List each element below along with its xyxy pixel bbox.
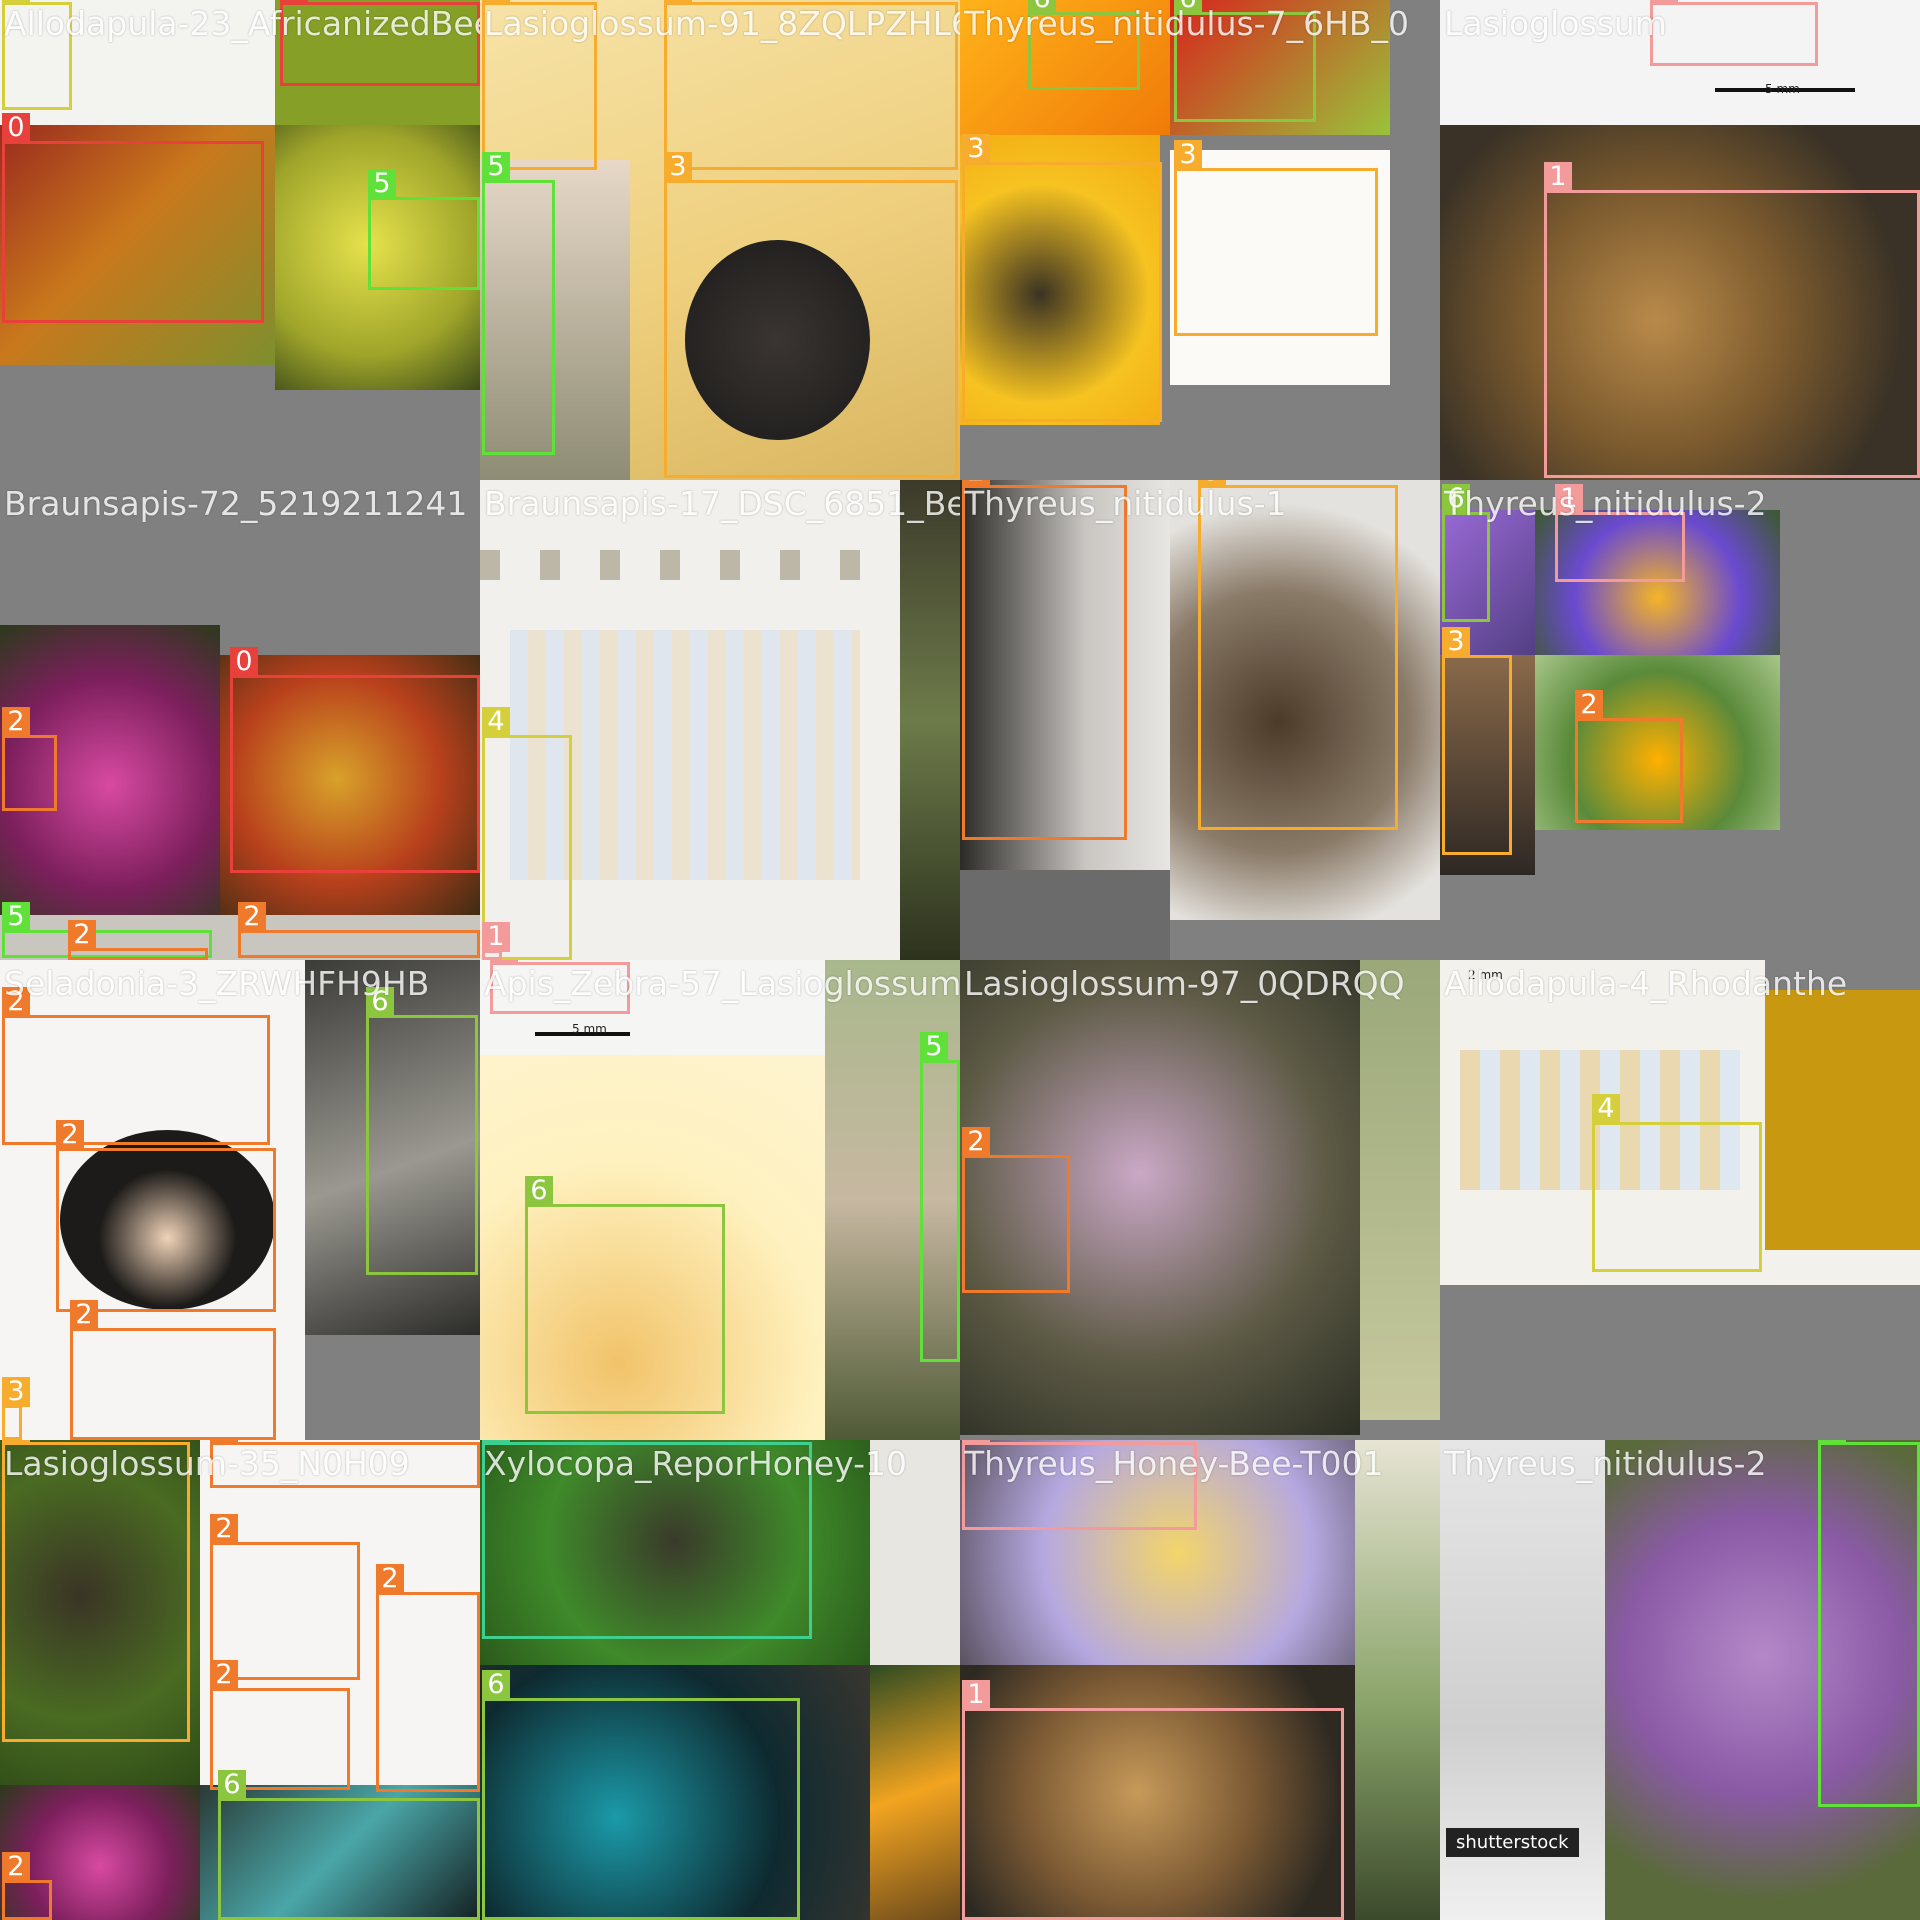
- mosaic-tile: Thyreus_Honey-Bee-T001 1 1: [960, 1440, 1440, 1920]
- detection-box: 6: [366, 987, 478, 1275]
- detection-box: 3: [962, 134, 1162, 422]
- detection-box: 1: [1650, 0, 1818, 66]
- detection-box: 2: [2, 987, 270, 1145]
- detection-box: 1: [1544, 162, 1920, 478]
- tile-title: Allodapula-23_AfricanizedBee: [4, 4, 480, 43]
- tile-title: Apis_Zebra-57_Lasioglossum: [484, 964, 960, 1003]
- detection-box: 3: [664, 152, 958, 478]
- detection-box: 1: [482, 922, 510, 960]
- tile-title: Lasioglossum: [1444, 4, 1667, 43]
- detection-box: 2: [962, 1127, 1070, 1293]
- detection-box: 2: [1575, 690, 1683, 823]
- scale-label: 5 mm: [1765, 82, 1800, 96]
- detection-box: 2: [56, 1120, 276, 1312]
- detection-box: 3: [1174, 140, 1378, 336]
- mosaic-tile: Lasioglossum-97_0QDRQQ 2: [960, 960, 1440, 1440]
- scale-label: 5 mm: [572, 1022, 607, 1036]
- detection-box: 0: [230, 647, 480, 873]
- detection-box: 2: [2, 1852, 52, 1920]
- mosaic-tile: Allodapula-23_AfricanizedBee 4 0 0 5: [0, 0, 480, 480]
- detection-box: 2: [2, 707, 57, 811]
- tile-title: Thyreus_nitidulus-1: [964, 484, 1287, 523]
- tile-title: Braunsapis-72_5219211241: [4, 484, 468, 523]
- detection-box: 2: [376, 1564, 480, 1792]
- detection-box: 5: [920, 1032, 960, 1362]
- mosaic-tile: 5 mm Apis_Zebra-57_Lasioglossum 1 5 6: [480, 960, 960, 1440]
- detection-box: 2: [962, 480, 1127, 840]
- mosaic-tile: 2 mm Allodapula-4_Rhodanthe 4: [1440, 960, 1920, 1440]
- mosaic-tile: Braunsapis-72_5219211241 0 2 5 2 2: [0, 480, 480, 960]
- tile-title: Thyreus_nitidulus-7_6HB_0: [964, 4, 1410, 43]
- detection-box: 5: [1818, 1440, 1920, 1807]
- detection-box: 2: [68, 920, 208, 960]
- training-batch-mosaic: Allodapula-23_AfricanizedBee 4 0 0 5 Las…: [0, 0, 1920, 1920]
- mosaic-tile: Thyreus_nitidulus-1 2 3: [960, 480, 1440, 960]
- detection-box: 5: [482, 152, 555, 455]
- detection-box: 6: [218, 1770, 480, 1920]
- mosaic-tile: shutterstock Thyreus_nitidulus-2 5: [1440, 1440, 1920, 1920]
- detection-box: 1: [962, 1680, 1344, 1920]
- tile-title: Lasioglossum-35_N0H09: [4, 1444, 410, 1483]
- tile-title: Thyreus_nitidulus-2: [1444, 1444, 1767, 1483]
- detection-box: 5: [368, 169, 480, 290]
- mosaic-tile: Seladonia-3_ZRWHFH9HB 2 2 2 3 6: [0, 960, 480, 1440]
- tile-title: Thyreus_Honey-Bee-T001: [964, 1444, 1384, 1483]
- watermark: shutterstock: [1446, 1828, 1579, 1857]
- detection-box: 2: [238, 902, 480, 958]
- detection-box: 4: [1592, 1094, 1762, 1272]
- detection-box: 3: [1198, 480, 1398, 830]
- detection-box: 3: [1442, 627, 1512, 855]
- detection-box: 0: [2, 113, 264, 323]
- tile-title: Lasioglossum-91_8ZQLPZHL6: [484, 4, 960, 43]
- mosaic-tile: Thyreus_nitidulus-2 6 1 3 2: [1440, 480, 1920, 960]
- mosaic-tile: Braunsapis-17_DSC_6851_Bee 4 1: [480, 480, 960, 960]
- detection-box: 6: [525, 1176, 725, 1414]
- tile-title: Allodapula-4_Rhodanthe: [1444, 964, 1848, 1003]
- tile-title: Braunsapis-17_DSC_6851_Bee: [484, 484, 960, 523]
- mosaic-tile: Lasioglossum-91_8ZQLPZHL6 3 3 3 5: [480, 0, 960, 480]
- detection-box: 6: [482, 1670, 800, 1920]
- mosaic-tile: Lasioglossum-35_N0H09 2 2 2 2 3 2 6: [0, 1440, 480, 1920]
- mosaic-tile: Thyreus_nitidulus-7_6HB_0 6 6 3 3: [960, 0, 1440, 480]
- tile-title: Seladonia-3_ZRWHFH9HB: [4, 964, 430, 1003]
- tile-title: Xylocopa_ReporHoney-10: [484, 1444, 908, 1483]
- mosaic-tile: Xylocopa_ReporHoney-10 7 6: [480, 1440, 960, 1920]
- tile-title: Thyreus_nitidulus-2: [1444, 484, 1767, 523]
- detection-box: 3: [2, 1377, 30, 1440]
- detection-box: 2: [70, 1300, 276, 1440]
- detection-box: 3: [2, 1440, 190, 1742]
- detection-box: 6: [1442, 484, 1490, 622]
- mosaic-tile: 5 mm Lasioglossum 1 1: [1440, 0, 1920, 480]
- tile-title: Lasioglossum-97_0QDRQQ: [964, 964, 1405, 1003]
